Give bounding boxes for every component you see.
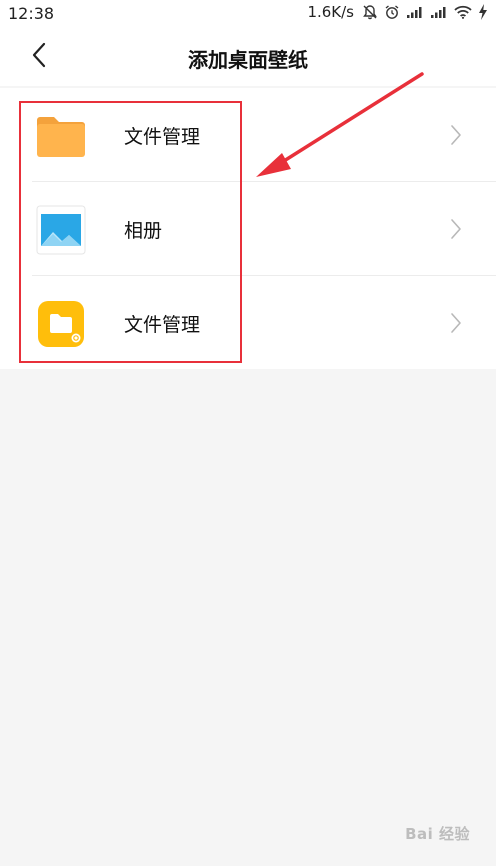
annotation-arrow (256, 72, 424, 177)
watermark: Bai 经验 (405, 825, 470, 843)
screen: 12:38 1.6K/s 添加桌面壁纸 文件管理 相册 文件管理 Bai 经验 (0, 0, 496, 866)
